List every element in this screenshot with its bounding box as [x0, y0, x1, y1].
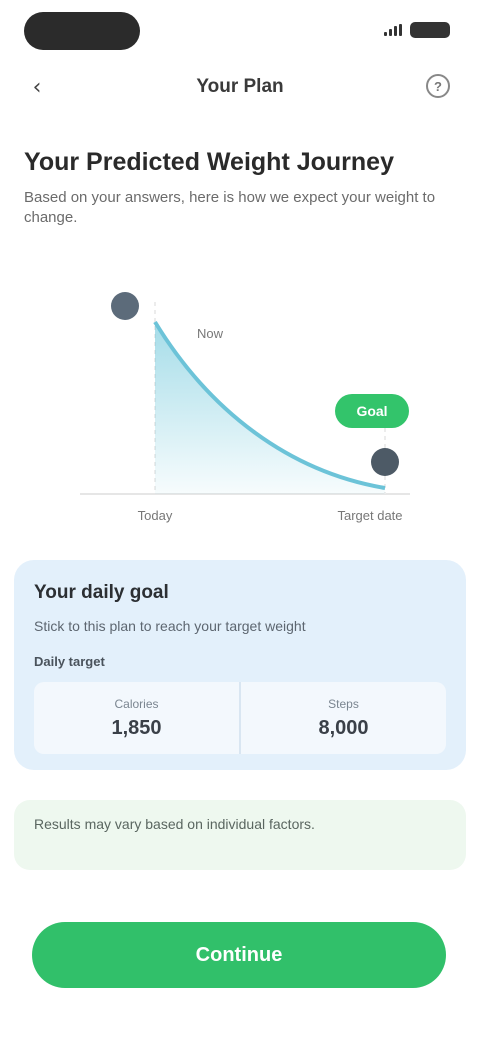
status-bar	[0, 0, 480, 60]
disclaimer-card: Results may vary based on individual fac…	[14, 800, 466, 870]
card-label: Daily target	[34, 654, 105, 669]
steps-label: Steps	[328, 696, 359, 711]
nav-title: Your Plan	[196, 76, 284, 97]
status-icons	[384, 22, 450, 38]
help-button[interactable]: ?	[426, 74, 450, 98]
battery-icon	[410, 22, 450, 38]
goal-badge-label: Goal	[356, 403, 387, 419]
dynamic-island	[24, 12, 140, 50]
x-label-start: Today	[138, 508, 173, 523]
x-label-end: Target date	[337, 508, 402, 523]
signal-icon	[384, 24, 402, 36]
page-subtitle: Based on your answers, here is how we ex…	[24, 189, 436, 226]
calories-column: Calories 1,850	[34, 682, 239, 754]
calories-label: Calories	[114, 696, 159, 711]
calories-value: 1,850	[111, 716, 162, 739]
navigation-bar: ‹ Your Plan ?	[0, 62, 480, 112]
end-point	[371, 448, 399, 476]
start-point-label: Now	[197, 326, 224, 341]
goal-table: Calories 1,850 Steps 8,000	[34, 682, 446, 754]
disclaimer-text: Results may vary based on individual fac…	[34, 816, 315, 832]
steps-column: Steps 8,000	[239, 682, 446, 754]
page-title: Your Predicted Weight Journey	[24, 148, 394, 176]
start-point	[111, 292, 139, 320]
daily-goal-card: Your daily goal Stick to this plan to re…	[14, 560, 466, 770]
weight-projection-chart: Now Goal Today Target date	[60, 262, 430, 532]
card-title: Your daily goal	[34, 582, 169, 603]
chart-svg: Now Goal Today Target date	[80, 292, 410, 523]
continue-button[interactable]: Continue	[32, 922, 446, 988]
card-subtitle: Stick to this plan to reach your target …	[34, 618, 306, 634]
steps-value: 8,000	[318, 716, 369, 739]
